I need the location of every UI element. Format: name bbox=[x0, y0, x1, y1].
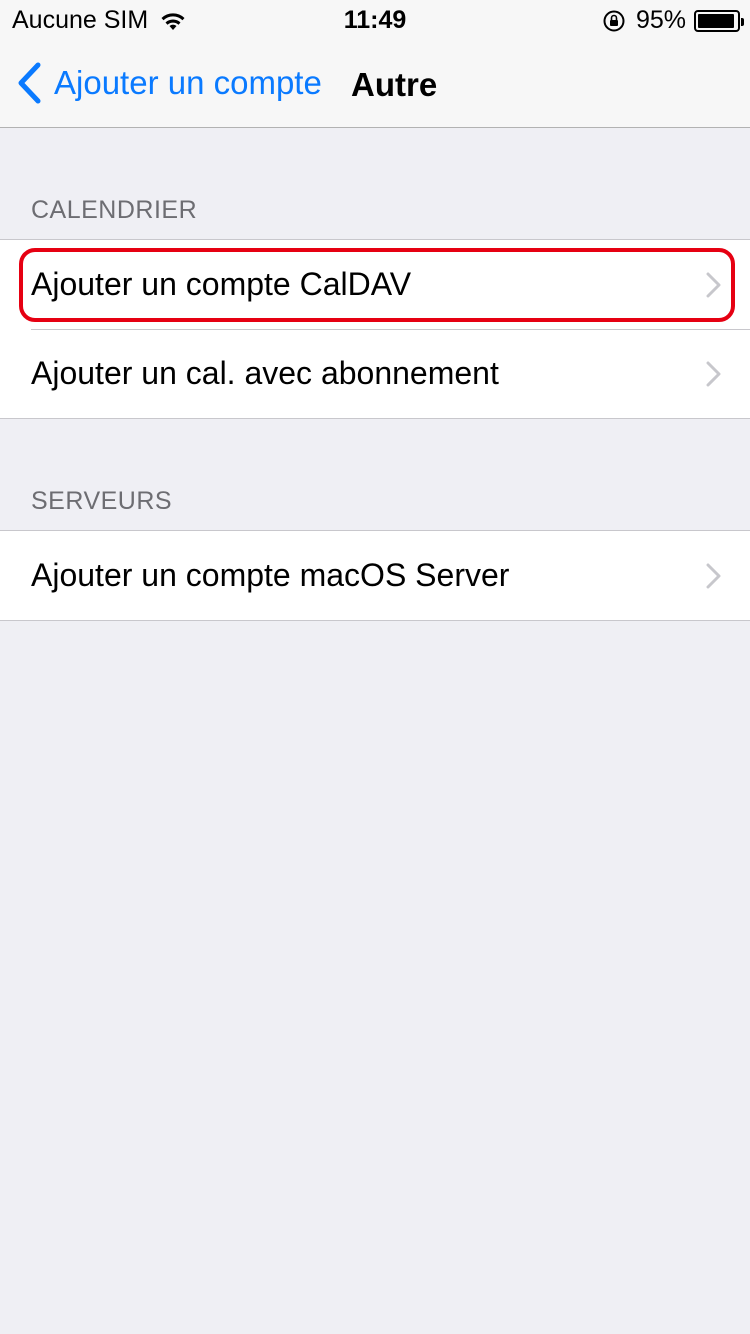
chevron-right-icon bbox=[706, 563, 721, 589]
chevron-right-icon bbox=[706, 361, 721, 387]
add-macos-server-account-row[interactable]: Ajouter un compte macOS Server bbox=[0, 531, 750, 620]
status-right: 95% bbox=[602, 6, 744, 35]
status-bar: Aucune SIM 11:49 95% bbox=[0, 0, 750, 40]
servers-group: Ajouter un compte macOS Server bbox=[0, 530, 750, 621]
chevron-right-icon bbox=[706, 272, 721, 298]
section-header-calendar: CALENDRIER bbox=[31, 196, 198, 224]
battery-fill bbox=[698, 13, 735, 28]
rotation-lock-icon bbox=[603, 10, 625, 31]
calendar-group: Ajouter un compte CalDAV Ajouter un cal.… bbox=[0, 239, 750, 419]
battery-tip bbox=[741, 17, 744, 26]
add-caldav-account-row[interactable]: Ajouter un compte CalDAV bbox=[0, 240, 750, 329]
section-header-servers: SERVEURS bbox=[31, 487, 173, 515]
row-label: Ajouter un compte macOS Server bbox=[31, 557, 510, 593]
row-label: Ajouter un cal. avec abonnement bbox=[31, 355, 499, 391]
navigation-bar: Ajouter un compte Autre bbox=[0, 40, 750, 128]
back-button-label: Ajouter un compte bbox=[54, 64, 322, 101]
battery-icon bbox=[694, 9, 744, 32]
row-label: Ajouter un compte CalDAV bbox=[31, 266, 412, 302]
back-button[interactable]: Ajouter un compte bbox=[16, 62, 322, 104]
chevron-left-icon bbox=[18, 62, 41, 104]
add-subscribed-calendar-row[interactable]: Ajouter un cal. avec abonnement bbox=[0, 329, 750, 418]
battery-percent: 95% bbox=[635, 6, 686, 34]
page-title: Autre bbox=[351, 66, 438, 103]
screen: Aucune SIM 11:49 95% Ajouter un compte A… bbox=[0, 0, 750, 1334]
